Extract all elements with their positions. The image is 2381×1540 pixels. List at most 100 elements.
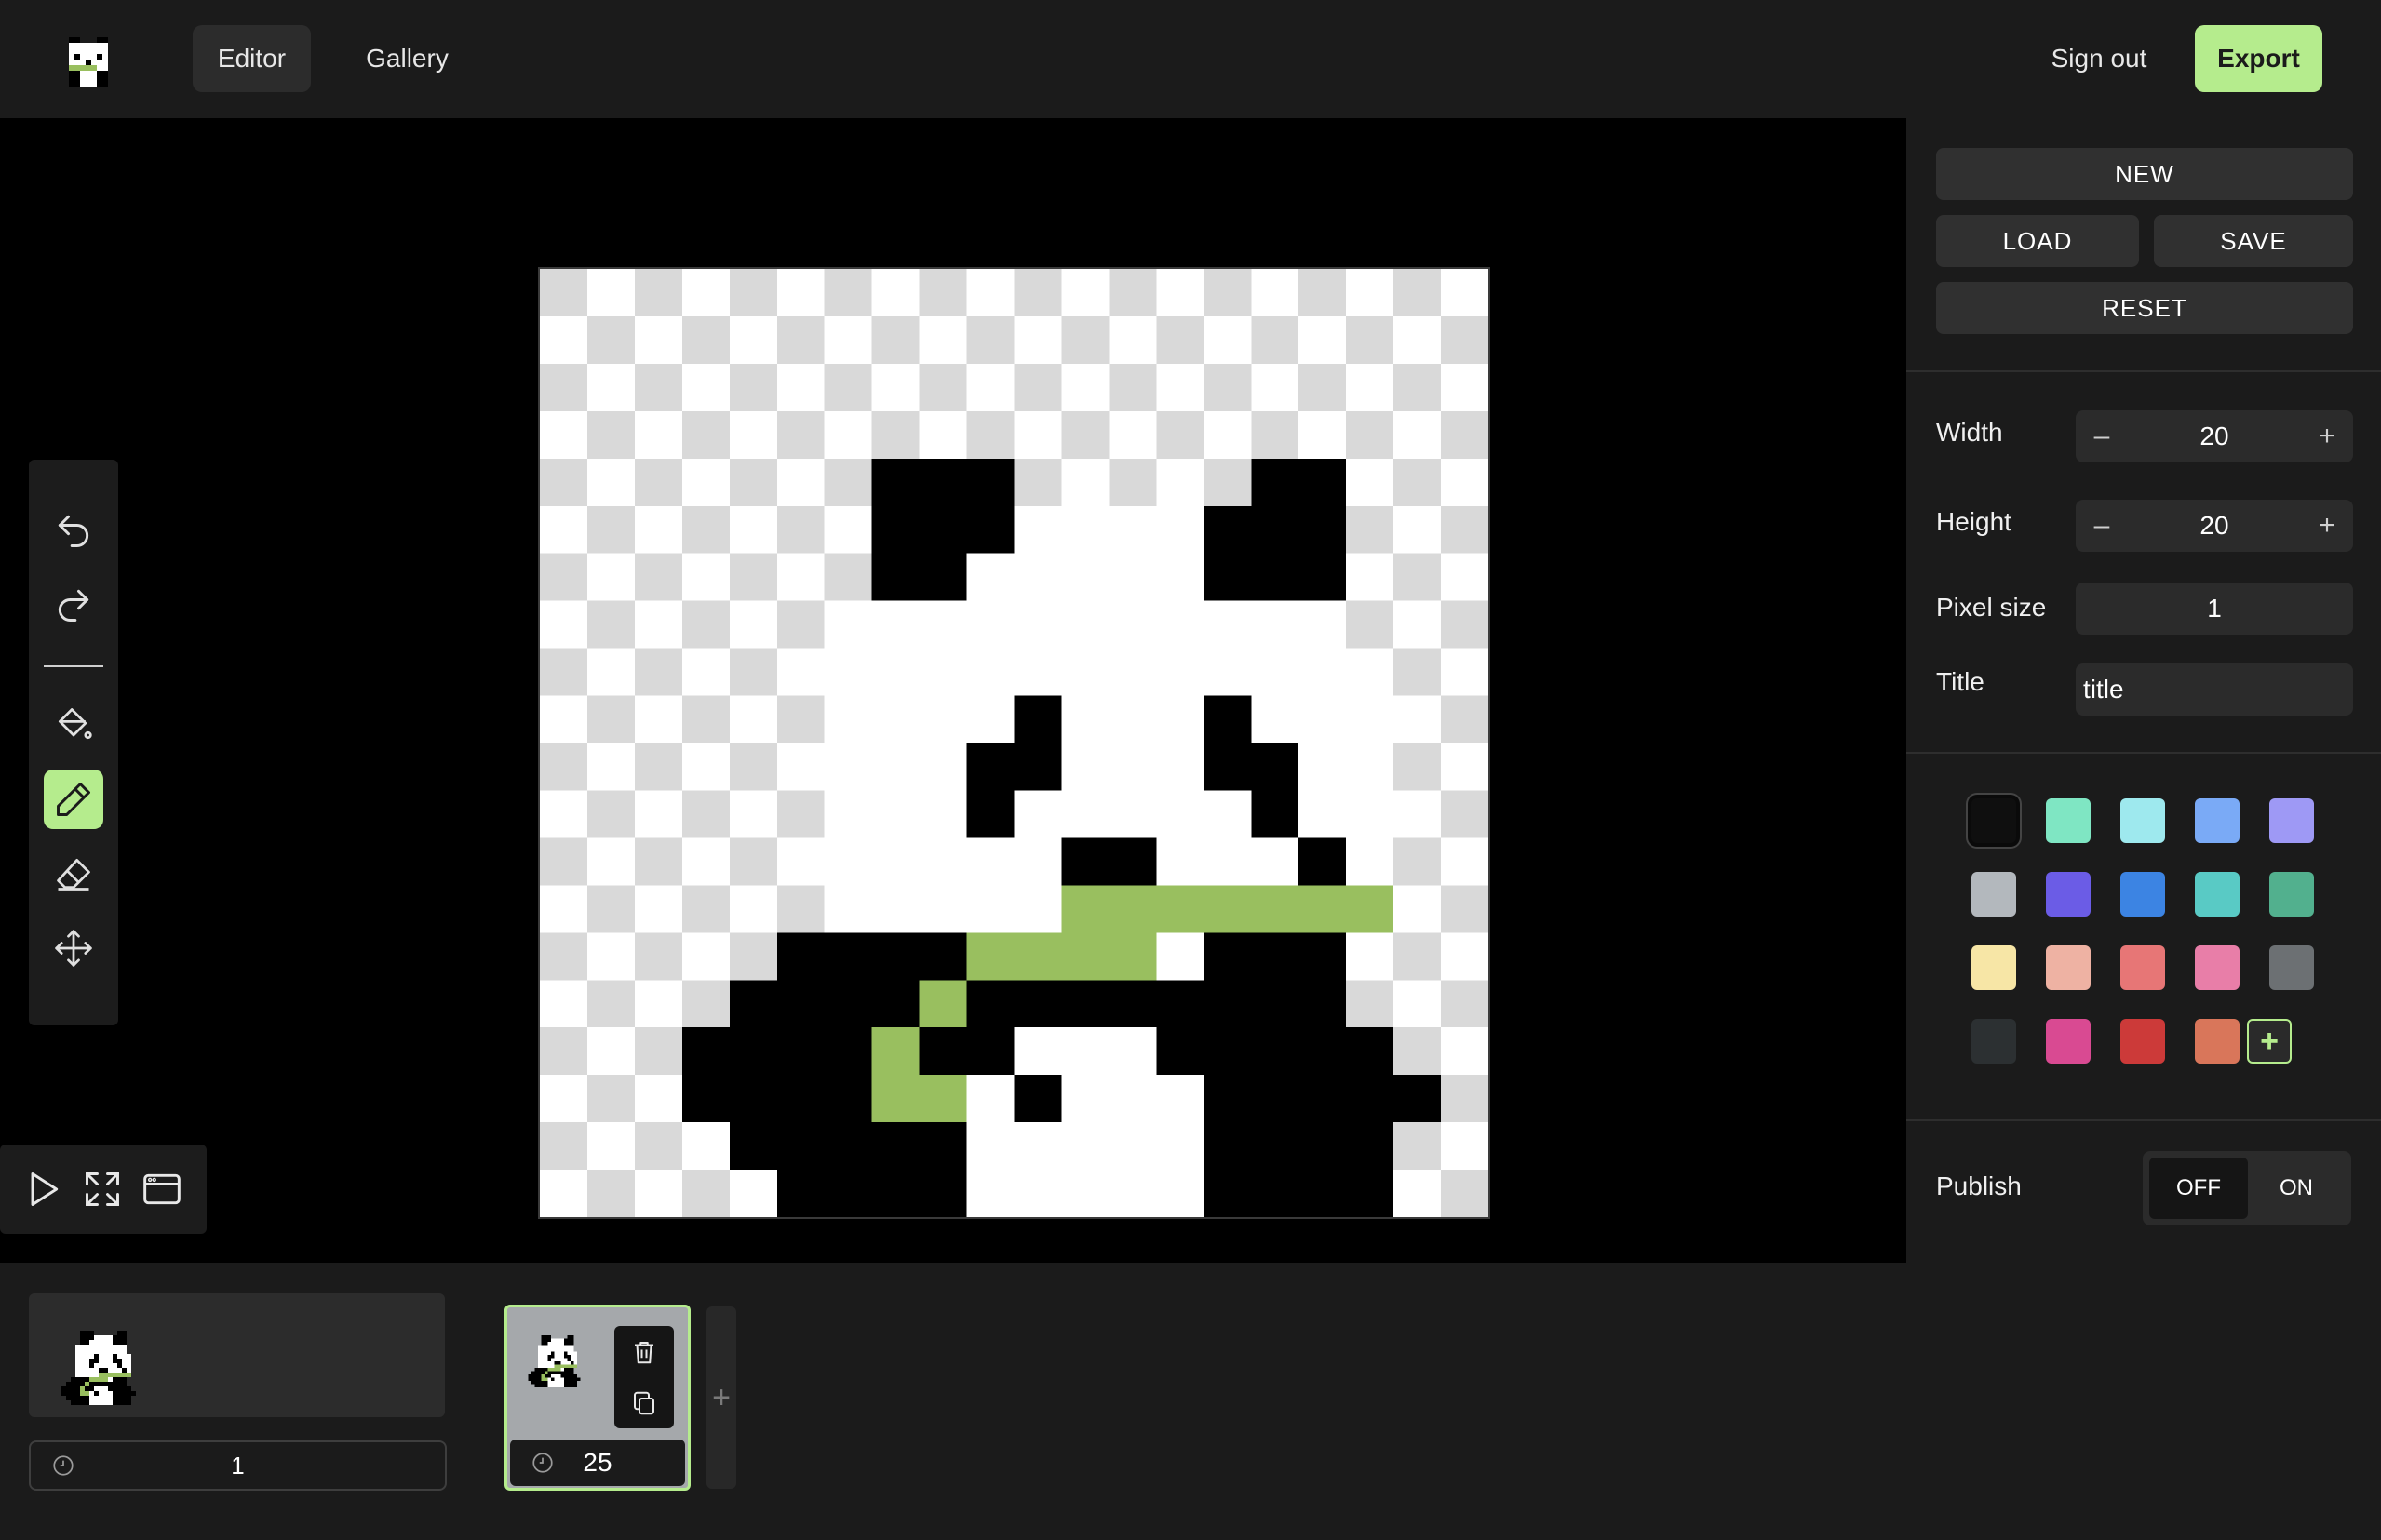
pixel[interactable] [113,1354,117,1359]
window-icon[interactable] [140,1167,184,1212]
pixel[interactable] [1061,743,1110,791]
pixel[interactable] [558,1364,561,1369]
pixel[interactable] [1156,980,1204,1028]
pixel[interactable] [554,1355,558,1359]
pixel[interactable] [108,1391,113,1396]
pixel[interactable] [586,1075,635,1123]
pixel[interactable] [729,458,777,506]
color-swatch[interactable] [2120,1019,2165,1064]
frame-thumbnail-selected[interactable]: 25 [504,1305,691,1491]
pixel[interactable] [586,1170,635,1217]
pixel[interactable] [1109,363,1157,411]
pixel[interactable] [871,315,920,364]
pixel[interactable] [681,553,730,601]
color-swatch[interactable] [2269,798,2314,843]
pixel[interactable] [545,1338,548,1343]
pixel[interactable] [547,1371,552,1375]
pixel[interactable] [538,1361,542,1365]
pixel[interactable] [66,1391,71,1396]
pixel[interactable] [571,1374,574,1378]
pixel[interactable] [567,1377,572,1382]
pixel[interactable] [1014,269,1062,316]
pixel[interactable] [540,648,587,696]
pixel[interactable] [94,1349,99,1354]
pixel[interactable] [1109,1170,1157,1217]
pixel[interactable] [85,1335,89,1340]
pixel[interactable] [127,1400,131,1405]
pixel[interactable] [571,1377,574,1382]
pixel[interactable] [554,1345,558,1349]
pixel[interactable] [551,1338,555,1343]
pixel[interactable] [1109,505,1157,554]
pixel[interactable] [1204,980,1252,1028]
pixel[interactable] [94,1368,99,1373]
pixel[interactable] [85,1391,89,1396]
pixel[interactable] [824,1075,872,1123]
pixel[interactable] [1014,1027,1062,1076]
pixel[interactable] [1204,553,1252,601]
pixel[interactable] [554,1338,558,1343]
pixel[interactable] [871,505,920,554]
pixel[interactable] [776,1075,825,1123]
pixel[interactable] [558,1342,561,1346]
pixel[interactable] [122,1373,127,1377]
pixel[interactable] [824,269,872,316]
pixel[interactable] [540,553,587,601]
pixel[interactable] [560,1351,565,1356]
pixel[interactable] [729,553,777,601]
pixel[interactable] [1204,743,1252,791]
pixel[interactable] [1298,553,1347,601]
pixel[interactable] [586,269,635,316]
pixel[interactable] [541,1374,545,1378]
pixel[interactable] [1298,790,1347,838]
pixel[interactable] [919,1075,967,1123]
pixel[interactable] [85,1377,89,1382]
pixel[interactable] [1298,980,1347,1028]
pixel[interactable] [551,1384,555,1388]
pixel[interactable] [1441,505,1488,554]
pixel[interactable] [108,1382,113,1386]
pixel[interactable] [545,1345,548,1349]
pixel[interactable] [871,600,920,649]
pixel[interactable] [1061,1122,1110,1171]
pixel[interactable] [564,1368,568,1372]
pixel[interactable] [567,1364,572,1369]
pixel[interactable] [547,1348,552,1352]
title-input[interactable]: title [2076,663,2353,716]
pixel[interactable] [586,743,635,791]
pixel[interactable] [586,932,635,981]
color-swatch[interactable] [1971,945,2016,990]
pixel[interactable] [560,1374,565,1378]
pixel[interactable] [103,1377,108,1382]
pixel[interactable] [127,1354,131,1359]
pixel[interactable] [547,1364,552,1369]
pixel[interactable] [540,1075,587,1123]
pixel[interactable] [1014,1122,1062,1171]
pixel[interactable] [564,1384,568,1388]
pixel[interactable] [1204,505,1252,554]
pixel[interactable] [545,1351,548,1356]
pixel[interactable] [1014,600,1062,649]
pixel[interactable] [586,695,635,743]
frame-duration-field[interactable]: 25 [510,1440,685,1486]
pixel[interactable] [1441,1027,1488,1076]
pixel[interactable] [547,1374,552,1378]
pixel[interactable] [545,1348,548,1352]
pixel[interactable] [966,363,1015,411]
pixel[interactable] [1393,410,1442,459]
pixel[interactable] [1393,885,1442,933]
pixel[interactable] [117,1340,122,1345]
pixel[interactable] [1156,410,1204,459]
pixel[interactable] [558,1384,561,1388]
pixel[interactable] [127,1359,131,1363]
pixel[interactable] [586,790,635,838]
pixel[interactable] [1156,505,1204,554]
pixel[interactable] [966,1075,1015,1123]
pixel[interactable] [1441,1170,1488,1217]
pixel[interactable] [558,1351,561,1356]
pixel[interactable] [824,1170,872,1217]
pixel[interactable] [71,1382,75,1386]
color-swatch[interactable] [2120,798,2165,843]
pixel[interactable] [1346,1075,1394,1123]
pixel[interactable] [1014,790,1062,838]
